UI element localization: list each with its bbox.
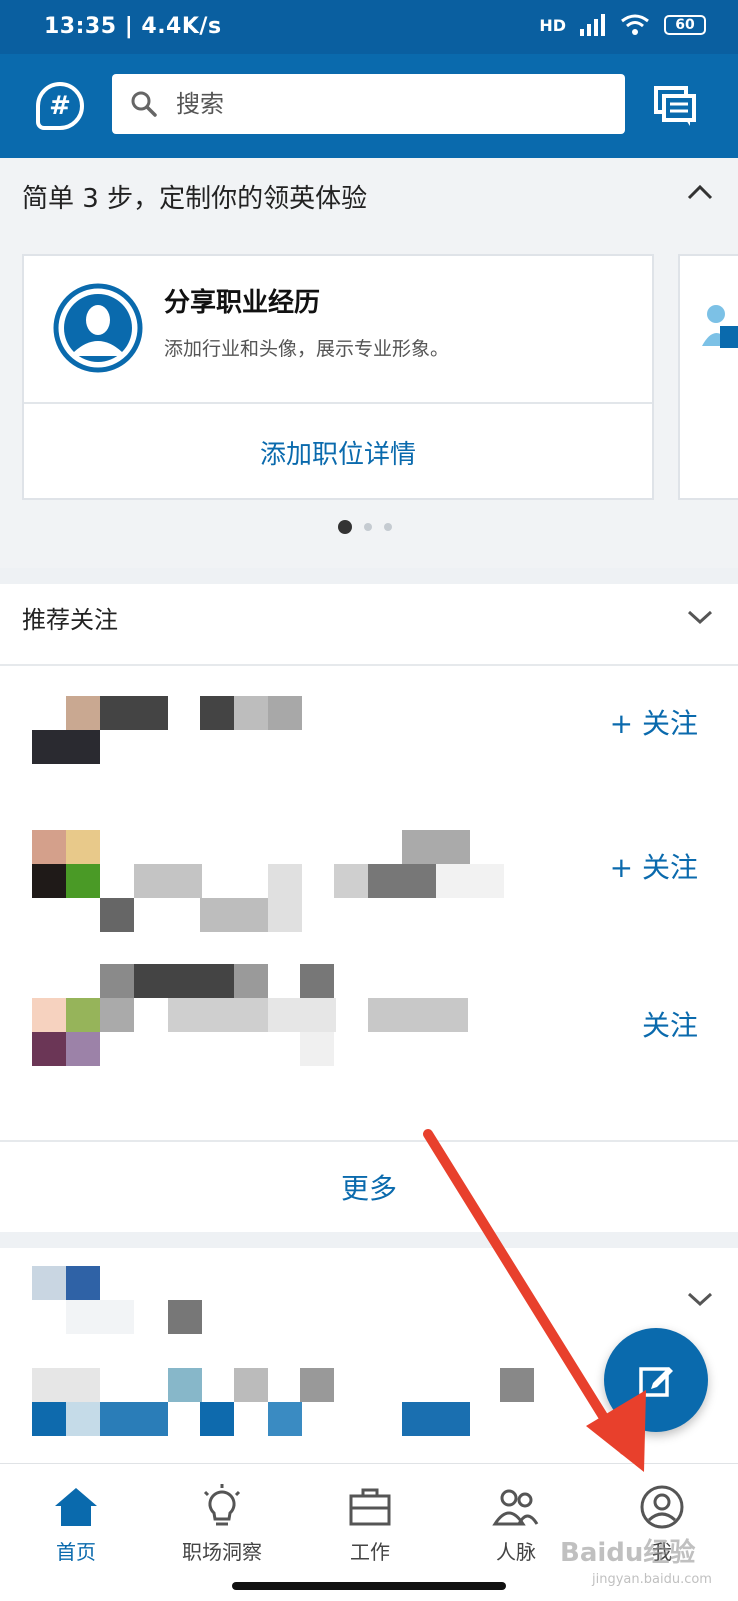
chevron-down-icon[interactable] xyxy=(686,1290,714,1308)
section-title: 推荐关注 xyxy=(22,606,118,634)
onboarding-section: 简单 3 步，定制你的领英体验 分享职业经历 添加行业和头像，展示专业形象。 添… xyxy=(0,158,738,568)
tab-label: 人脉 xyxy=(496,1540,536,1564)
card-title: 分享职业经历 xyxy=(164,288,321,318)
signal-icon xyxy=(580,14,605,36)
recommendation-item[interactable]: + 关注 xyxy=(0,824,738,964)
recommendation-item[interactable]: + 关注 xyxy=(0,676,738,816)
status-time: 13:35 | 4.4K/s xyxy=(44,14,222,39)
follow-button[interactable]: + 关注 xyxy=(610,702,698,742)
messaging-icon[interactable] xyxy=(650,82,698,130)
follow-button[interactable]: + 关注 xyxy=(610,846,698,886)
follow-button[interactable]: 关注 xyxy=(642,1004,698,1044)
status-bar: 13:35 | 4.4K/s HD 60 xyxy=(0,0,738,54)
home-icon xyxy=(55,1488,97,1526)
tab-label: 职场洞察 xyxy=(182,1540,262,1564)
edit-icon xyxy=(639,1367,673,1397)
compose-post-button[interactable] xyxy=(604,1328,708,1432)
tab-network[interactable]: 人脉 xyxy=(456,1482,576,1565)
battery-icon: 60 xyxy=(664,15,706,35)
more-button[interactable]: 更多 xyxy=(0,1144,738,1230)
tab-label: 工作 xyxy=(350,1540,390,1564)
chevron-up-icon[interactable] xyxy=(686,182,714,202)
recommended-follows: 推荐关注 + 关注 + 关注 关注 更多 xyxy=(0,584,738,1232)
profile-icon xyxy=(640,1485,684,1529)
pager-dot-active xyxy=(338,520,352,534)
briefcase-icon xyxy=(349,1488,391,1526)
lightbulb-icon xyxy=(203,1484,241,1526)
card-subtitle: 添加行业和头像，展示专业形象。 xyxy=(164,338,450,360)
search-bar[interactable] xyxy=(112,74,625,134)
watermark: Baidu经验 xyxy=(560,1538,696,1568)
pager-dot xyxy=(384,523,392,531)
onboarding-card: 分享职业经历 添加行业和头像，展示专业形象。 添加职位详情 xyxy=(22,254,654,500)
tab-jobs[interactable]: 工作 xyxy=(310,1482,430,1565)
gesture-bar[interactable] xyxy=(232,1582,506,1590)
app-bar: # xyxy=(0,54,738,158)
pager-dot xyxy=(364,523,372,531)
recommendation-item[interactable]: 关注 xyxy=(0,964,738,1104)
onboarding-title: 简单 3 步，定制你的领英体验 xyxy=(22,184,368,214)
network-type: HD xyxy=(539,15,566,35)
divider xyxy=(0,1140,738,1142)
search-icon xyxy=(131,91,157,117)
tab-label: 首页 xyxy=(56,1540,96,1564)
wifi-icon xyxy=(621,14,649,35)
people-icon xyxy=(492,1489,539,1526)
tab-insights[interactable]: 职场洞察 xyxy=(162,1482,282,1565)
hashtag-logo-icon[interactable]: # xyxy=(36,82,84,130)
watermark-url: jingyan.baidu.com xyxy=(592,1572,712,1587)
people-illustration-icon xyxy=(702,305,738,348)
onboarding-card-next[interactable] xyxy=(678,254,738,500)
tab-home[interactable]: 首页 xyxy=(16,1482,136,1565)
search-input[interactable] xyxy=(174,89,598,119)
add-position-button[interactable]: 添加职位详情 xyxy=(24,404,652,500)
chevron-down-icon[interactable] xyxy=(686,608,714,626)
divider xyxy=(0,664,738,666)
avatar-placeholder-icon xyxy=(53,283,143,373)
status-icons: HD 60 xyxy=(539,14,706,36)
carousel-pager xyxy=(338,520,392,534)
